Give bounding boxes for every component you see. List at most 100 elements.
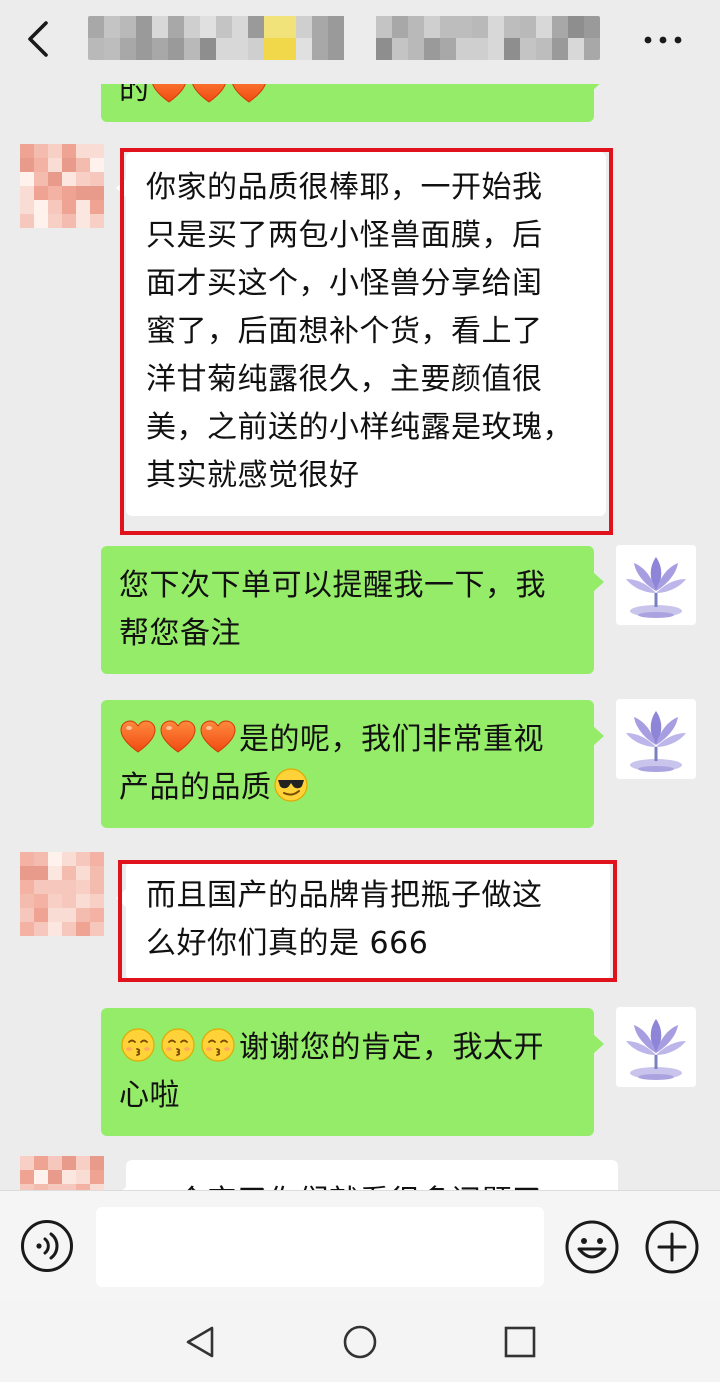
message-text: 的 xyxy=(119,84,150,107)
message-bubble-theirs[interactable]: 一会完了你们就看很多问题了 xyxy=(116,1160,618,1190)
avatar-pixel xyxy=(90,186,104,200)
avatar-pixel xyxy=(62,922,76,936)
contact-avatar[interactable] xyxy=(20,144,104,228)
blur-pixel xyxy=(232,16,248,38)
more-functions-button[interactable] xyxy=(644,1219,700,1275)
avatar-pixel xyxy=(48,866,62,880)
heart-emoji-icon xyxy=(150,84,188,105)
blur-pixel xyxy=(264,38,280,60)
heart-emoji-icon xyxy=(119,719,157,755)
lotus-icon xyxy=(616,545,696,625)
blur-pixel xyxy=(424,16,440,38)
avatar-pixel xyxy=(48,214,62,228)
chevron-left-icon xyxy=(28,21,48,57)
contact-avatar[interactable] xyxy=(20,1156,104,1190)
message-line: 产品的品质 xyxy=(119,770,272,805)
avatar-pixel xyxy=(62,186,76,200)
avatar-pixel xyxy=(90,172,104,186)
message-line: 帮您备注 xyxy=(119,616,241,651)
chat-header xyxy=(0,0,720,84)
message-bubble-mine[interactable]: 的 xyxy=(101,84,604,122)
avatar-pixel xyxy=(76,214,90,228)
avatar-pixel xyxy=(20,880,34,894)
avatar-pixel xyxy=(76,200,90,214)
blur-pixel xyxy=(424,38,440,60)
avatar-pixel xyxy=(90,894,104,908)
message-bubble-mine[interactable]: 您下次下单可以提醒我一下，我 帮您备注 xyxy=(101,546,604,674)
system-navigation-bar xyxy=(0,1302,720,1382)
contact-avatar[interactable] xyxy=(20,852,104,936)
avatar-pixel xyxy=(34,158,48,172)
avatar-pixel xyxy=(90,1156,104,1170)
avatar-pixel xyxy=(76,880,90,894)
avatar-pixel xyxy=(90,144,104,158)
blur-pixel xyxy=(536,16,552,38)
avatar-pixel xyxy=(34,908,48,922)
avatar-pixel xyxy=(20,852,34,866)
system-back-button[interactable] xyxy=(182,1324,218,1360)
avatar-pixel xyxy=(48,922,62,936)
system-recent-apps-button[interactable] xyxy=(502,1324,538,1360)
heart-emoji-icon xyxy=(199,719,237,755)
my-avatar[interactable] xyxy=(616,545,696,625)
avatar-pixel xyxy=(62,852,76,866)
avatar-pixel xyxy=(90,158,104,172)
my-avatar[interactable] xyxy=(616,1007,696,1087)
message-line: 心啦 xyxy=(119,1078,180,1113)
nav-back-icon xyxy=(186,1326,214,1358)
blur-pixel xyxy=(296,38,312,60)
blur-pixel xyxy=(328,16,344,38)
message-bubble-mine[interactable]: 谢谢您的肯定，我太开 心啦 xyxy=(101,1008,604,1136)
avatar-pixel xyxy=(48,144,62,158)
avatar-pixel xyxy=(34,186,48,200)
avatar-pixel xyxy=(76,1156,90,1170)
blur-pixel xyxy=(120,16,136,38)
avatar-pixel xyxy=(20,866,34,880)
blur-pixel xyxy=(344,16,360,38)
blur-pixel xyxy=(360,16,376,38)
avatar-pixel xyxy=(48,880,62,894)
avatar-pixel xyxy=(76,186,90,200)
avatar-pixel xyxy=(90,880,104,894)
avatar-pixel xyxy=(62,1170,76,1184)
blur-pixel xyxy=(136,38,152,60)
more-options-button[interactable] xyxy=(630,20,696,60)
blur-pixel xyxy=(200,38,216,60)
avatar-pixel xyxy=(48,1156,62,1170)
avatar-pixel xyxy=(62,158,76,172)
system-home-button[interactable] xyxy=(342,1324,378,1360)
heart-emoji-icon xyxy=(159,719,197,755)
blur-pixel xyxy=(504,38,520,60)
blur-pixel xyxy=(168,38,184,60)
kissing-emoji-icon xyxy=(119,1027,157,1063)
avatar-pixel xyxy=(34,852,48,866)
blur-pixel xyxy=(408,38,424,60)
voice-button[interactable] xyxy=(20,1219,74,1273)
avatar-pixel xyxy=(20,1156,34,1170)
plus-icon xyxy=(645,1220,699,1274)
message-bubble-mine[interactable]: 是的呢，我们非常重视 产品的品质 xyxy=(101,700,604,828)
avatar-pixel xyxy=(48,158,62,172)
message-list[interactable]: 的 你家的品质很棒耶，一开始我 只是买了两包小怪兽面膜，后 面才买这个，小怪兽分… xyxy=(0,84,720,1190)
blur-pixel xyxy=(456,16,472,38)
avatar-pixel xyxy=(76,144,90,158)
avatar-pixel xyxy=(76,158,90,172)
avatar-pixel xyxy=(62,1156,76,1170)
avatar-pixel xyxy=(20,172,34,186)
back-button[interactable] xyxy=(14,14,64,64)
blur-pixel xyxy=(152,16,168,38)
my-avatar[interactable] xyxy=(616,699,696,779)
avatar-pixel xyxy=(34,144,48,158)
avatar-pixel xyxy=(76,172,90,186)
avatar-pixel xyxy=(48,172,62,186)
avatar-pixel xyxy=(48,186,62,200)
heart-emoji-icon xyxy=(190,84,228,105)
message-input[interactable] xyxy=(96,1207,544,1287)
blur-pixel xyxy=(584,38,600,60)
avatar-pixel xyxy=(20,1170,34,1184)
highlight-box xyxy=(118,860,617,982)
blur-pixel xyxy=(568,16,584,38)
avatar-pixel xyxy=(48,852,62,866)
emoji-button[interactable] xyxy=(564,1219,620,1275)
avatar-pixel xyxy=(20,922,34,936)
